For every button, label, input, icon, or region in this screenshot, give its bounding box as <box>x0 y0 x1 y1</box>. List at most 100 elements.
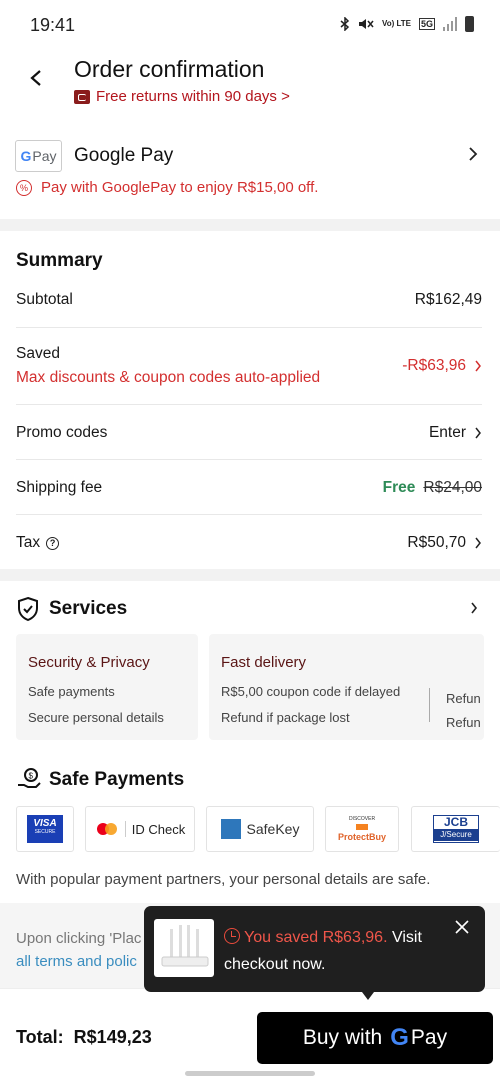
saved-row[interactable]: Saved Max discounts & coupon codes auto-… <box>16 345 482 391</box>
protectbuy-text: ProtectBuy <box>337 832 386 842</box>
discover-icon <box>356 824 368 830</box>
chevron-right-icon[interactable] <box>474 427 482 439</box>
tax-value: R$50,70 <box>407 534 466 551</box>
shield-check-icon <box>18 596 38 622</box>
home-indicator[interactable] <box>185 1071 315 1076</box>
saved-value: -R$63,96 <box>402 357 466 374</box>
free-returns-link[interactable]: Free returns within 90 days > <box>74 88 290 105</box>
gpay-g-letter: G <box>20 148 32 164</box>
mastercard-icon <box>96 823 117 835</box>
discover-text: DISCOVER <box>348 816 376 822</box>
mastercard-idcheck-badge: ID Check <box>85 806 195 852</box>
service-card-third-partial: Refun Refun <box>446 687 481 735</box>
chevron-right-icon[interactable] <box>474 360 482 372</box>
gpay-pay-word: Pay <box>410 1026 448 1049</box>
row-divider <box>16 327 482 328</box>
visa-secure-text: SECURE <box>34 829 56 835</box>
gpay-promo-text: Pay with GooglePay to enjoy R$15,00 off. <box>41 179 319 196</box>
volte-indicator: Vo) LTE <box>381 19 411 28</box>
saved-note: Max discounts & coupon codes auto-applie… <box>16 369 321 386</box>
chevron-right-icon[interactable] <box>474 537 482 549</box>
toast-saved-amount: You saved R$63,96. <box>244 929 388 946</box>
gpay-promo: % Pay with GooglePay to enjoy R$15,00 of… <box>16 179 318 196</box>
service-card-line: Refund if package lost <box>221 710 350 725</box>
toast-text-2: checkout now. <box>224 956 326 973</box>
help-icon[interactable]: ? <box>46 536 60 550</box>
safekey-text: SafeKey <box>246 821 300 837</box>
shipping-fee-row: Shipping fee Free R$24,00 <box>16 479 482 503</box>
summary-title: Summary <box>16 250 103 271</box>
google-pay-logo: G Pay <box>15 140 62 172</box>
order-total: Total: R$149,23 <box>16 1027 152 1048</box>
google-pay-mark: G Pay <box>390 1024 447 1052</box>
tax-label: Tax <box>16 534 41 551</box>
visa-text: VISA <box>33 818 57 829</box>
router-image <box>161 925 209 967</box>
close-icon[interactable] <box>455 920 469 934</box>
promo-codes-row[interactable]: Promo codes Enter <box>16 424 482 448</box>
shipping-original-price: R$24,00 <box>423 479 482 496</box>
buy-with-gpay-button[interactable]: Buy with G Pay <box>257 1012 493 1064</box>
promo-codes-label: Promo codes <box>16 424 108 441</box>
hand-coin-icon: $ <box>18 768 41 788</box>
services-header[interactable]: Services <box>16 596 482 624</box>
service-card-title: Fast delivery <box>221 654 307 671</box>
service-card-security[interactable]: Security & Privacy Safe payments Secure … <box>16 634 198 740</box>
page-header: Order confirmation Free returns within 9… <box>0 50 500 120</box>
card-separator <box>429 688 430 722</box>
row-divider <box>16 404 482 405</box>
chevron-right-icon[interactable] <box>470 602 478 614</box>
free-returns-label: Free returns within 90 days > <box>96 88 290 105</box>
checkout-bar: Total: R$149,23 Buy with G Pay <box>0 988 500 1083</box>
subtotal-row: Subtotal R$162,49 <box>16 291 482 315</box>
idcheck-text: ID Check <box>131 821 186 837</box>
status-bar: 19:41 Vo) LTE 5G <box>0 0 500 50</box>
return-box-icon <box>74 89 90 104</box>
shipping-free-badge: Free <box>382 479 416 496</box>
subtotal-value: R$162,49 <box>414 291 482 308</box>
visa-secure-badge: VISA SECURE <box>16 806 74 852</box>
product-thumbnail <box>154 919 214 977</box>
battery-icon <box>465 16 474 32</box>
service-card-delivery[interactable]: Fast delivery R$5,00 coupon code if dela… <box>209 634 484 740</box>
shipping-fee-label: Shipping fee <box>16 479 103 496</box>
promo-codes-enter[interactable]: Enter <box>429 424 466 442</box>
service-card-line: Refun <box>446 715 481 730</box>
row-divider <box>16 459 482 460</box>
bluetooth-icon <box>340 17 350 31</box>
terms-text: Upon clicking 'Plac <box>16 930 142 947</box>
section-divider <box>0 569 500 581</box>
service-card-line: Safe payments <box>28 684 115 699</box>
back-arrow-icon[interactable] <box>26 66 46 90</box>
savings-toast[interactable]: You saved R$63,96. Visit checkout now. <box>144 906 485 1000</box>
payment-method-row[interactable]: G Pay Google Pay % Pay with GooglePay to … <box>0 135 500 215</box>
subtotal-label: Subtotal <box>16 291 73 308</box>
total-label: Total: <box>16 1027 64 1047</box>
toast-pointer <box>362 992 374 1000</box>
gpay-pay-word: Pay <box>32 148 57 164</box>
safe-payments-note: With popular payment partners, your pers… <box>16 871 431 888</box>
tax-row[interactable]: Tax? R$50,70 <box>16 534 482 558</box>
buy-label: Buy with <box>302 1026 383 1049</box>
jcb-text: JCB <box>443 815 468 829</box>
clock-icon <box>224 928 240 944</box>
chevron-right-icon[interactable] <box>468 147 478 161</box>
network-5g-badge: 5G <box>418 18 435 30</box>
svg-text:$: $ <box>29 772 34 781</box>
saved-label: Saved <box>16 345 60 362</box>
discover-protectbuy-badge: DISCOVER ProtectBuy <box>325 806 399 852</box>
mute-icon <box>358 19 374 29</box>
jcb-secure-badge: JCB J/Secure <box>411 806 500 852</box>
service-card-line: R$5,00 coupon code if delayed <box>221 684 401 699</box>
page-title: Order confirmation <box>74 56 265 82</box>
safe-payments-title: Safe Payments <box>49 769 185 790</box>
toast-text: Visit <box>387 929 422 946</box>
discount-icon: % <box>16 179 32 196</box>
status-icons: Vo) LTE 5G <box>340 16 474 32</box>
total-value: R$149,23 <box>73 1027 152 1047</box>
jsecure-text: J/Secure <box>434 829 478 841</box>
status-time: 19:41 <box>30 15 76 35</box>
gpay-g-letter: G <box>390 1024 409 1051</box>
terms-link[interactable]: all terms and polic <box>16 953 137 970</box>
section-divider <box>0 219 500 231</box>
